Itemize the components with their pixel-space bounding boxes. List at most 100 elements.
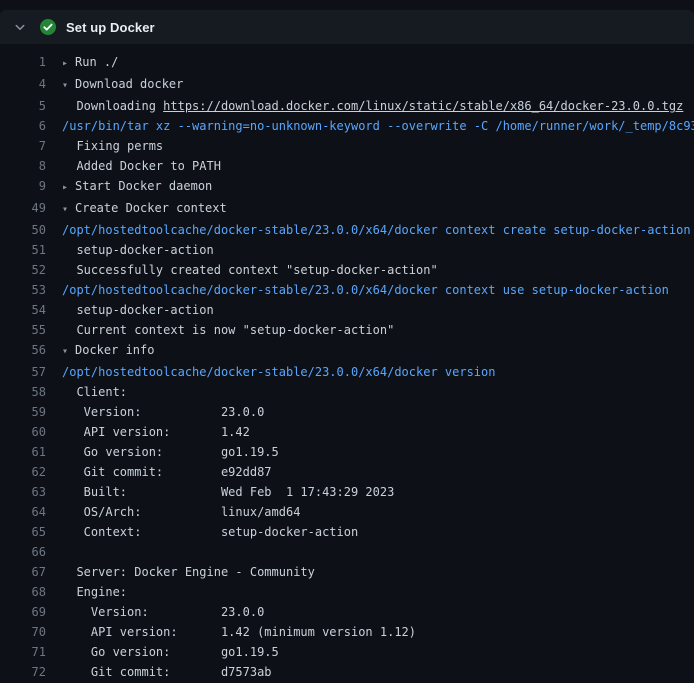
line-number[interactable]: 50	[0, 220, 62, 240]
log-lines: 1▸Run ./4▾Download docker5 Downloading h…	[0, 44, 694, 682]
log-line: 6/usr/bin/tar xz --warning=no-unknown-ke…	[0, 116, 694, 136]
log-text: setup-docker-action	[62, 303, 214, 317]
line-content: Go version: go1.19.5	[62, 642, 694, 662]
log-text: Git commit: e92dd87	[62, 465, 272, 479]
line-number[interactable]: 53	[0, 280, 62, 300]
log-link[interactable]: https://download.docker.com/linux/static…	[163, 99, 683, 113]
line-number[interactable]: 67	[0, 562, 62, 582]
line-number[interactable]: 1	[0, 52, 62, 74]
log-line: 9▸Start Docker daemon	[0, 176, 694, 198]
line-content: ▾Download docker	[62, 74, 694, 96]
log-line: 66	[0, 542, 694, 562]
step-header[interactable]: Set up Docker	[0, 10, 694, 44]
line-number[interactable]: 6	[0, 116, 62, 136]
line-content: ▸Start Docker daemon	[62, 176, 694, 198]
log-line: 52 Successfully created context "setup-d…	[0, 260, 694, 280]
command-text: /opt/hostedtoolcache/docker-stable/23.0.…	[62, 283, 669, 297]
line-number[interactable]: 4	[0, 74, 62, 96]
line-number[interactable]: 71	[0, 642, 62, 662]
log-text: Added Docker to PATH	[62, 159, 221, 173]
collapse-group-arrow-icon[interactable]: ▾	[62, 200, 75, 220]
log-text: Version: 23.0.0	[62, 605, 264, 619]
log-line: 55 Current context is now "setup-docker-…	[0, 320, 694, 340]
line-number[interactable]: 66	[0, 542, 62, 562]
log-line: 60 API version: 1.42	[0, 422, 694, 442]
line-number[interactable]: 62	[0, 462, 62, 482]
log-line: 69 Version: 23.0.0	[0, 602, 694, 622]
line-number[interactable]: 72	[0, 662, 62, 682]
command-text: /opt/hostedtoolcache/docker-stable/23.0.…	[62, 365, 495, 379]
log-line: 7 Fixing perms	[0, 136, 694, 156]
line-number[interactable]: 63	[0, 482, 62, 502]
line-content: Downloading https://download.docker.com/…	[62, 96, 694, 116]
line-number[interactable]: 8	[0, 156, 62, 176]
line-number[interactable]: 9	[0, 176, 62, 198]
line-content: Fixing perms	[62, 136, 694, 156]
chevron-down-icon[interactable]	[12, 21, 28, 33]
line-content: setup-docker-action	[62, 240, 694, 260]
line-content: /opt/hostedtoolcache/docker-stable/23.0.…	[62, 362, 694, 382]
log-text: Fixing perms	[62, 139, 163, 153]
line-content: Client:	[62, 382, 694, 402]
log-line: 50/opt/hostedtoolcache/docker-stable/23.…	[0, 220, 694, 240]
log-line: 61 Go version: go1.19.5	[0, 442, 694, 462]
line-content: /opt/hostedtoolcache/docker-stable/23.0.…	[62, 280, 694, 300]
line-number[interactable]: 51	[0, 240, 62, 260]
log-line: 8 Added Docker to PATH	[0, 156, 694, 176]
command-text: /usr/bin/tar xz --warning=no-unknown-key…	[62, 119, 694, 133]
line-number[interactable]: 57	[0, 362, 62, 382]
line-number[interactable]: 69	[0, 602, 62, 622]
line-content	[62, 542, 694, 562]
collapse-group-arrow-icon[interactable]: ▾	[62, 76, 75, 96]
workflow-log-panel: Set up Docker 1▸Run ./4▾Download docker5…	[0, 0, 694, 683]
success-check-icon	[40, 19, 56, 35]
line-number[interactable]: 65	[0, 522, 62, 542]
log-text: Go version: go1.19.5	[62, 445, 279, 459]
line-content: Current context is now "setup-docker-act…	[62, 320, 694, 340]
log-line: 64 OS/Arch: linux/amd64	[0, 502, 694, 522]
log-line: 59 Version: 23.0.0	[0, 402, 694, 422]
line-number[interactable]: 68	[0, 582, 62, 602]
line-number[interactable]: 5	[0, 96, 62, 116]
line-content: Built: Wed Feb 1 17:43:29 2023	[62, 482, 694, 502]
line-content: ▸Run ./	[62, 52, 694, 74]
log-line: 4▾Download docker	[0, 74, 694, 96]
line-number[interactable]: 52	[0, 260, 62, 280]
line-number[interactable]: 55	[0, 320, 62, 340]
line-number[interactable]: 60	[0, 422, 62, 442]
line-number[interactable]: 58	[0, 382, 62, 402]
log-text: Downloading	[62, 99, 163, 113]
log-line: 67 Server: Docker Engine - Community	[0, 562, 694, 582]
line-number[interactable]: 54	[0, 300, 62, 320]
line-number[interactable]: 70	[0, 622, 62, 642]
expand-group-arrow-icon[interactable]: ▸	[62, 178, 75, 198]
line-number[interactable]: 56	[0, 340, 62, 362]
line-content: API version: 1.42 (minimum version 1.12)	[62, 622, 694, 642]
line-content: /usr/bin/tar xz --warning=no-unknown-key…	[62, 116, 694, 136]
line-content: Version: 23.0.0	[62, 402, 694, 422]
log-line: 5 Downloading https://download.docker.co…	[0, 96, 694, 116]
line-number[interactable]: 49	[0, 198, 62, 220]
line-number[interactable]: 61	[0, 442, 62, 462]
line-number[interactable]: 7	[0, 136, 62, 156]
line-number[interactable]: 64	[0, 502, 62, 522]
log-text: Create Docker context	[75, 201, 227, 215]
log-text: Download docker	[75, 77, 183, 91]
expand-group-arrow-icon[interactable]: ▸	[62, 54, 75, 74]
log-text: Run ./	[75, 55, 118, 69]
line-content: Engine:	[62, 582, 694, 602]
collapse-group-arrow-icon[interactable]: ▾	[62, 342, 75, 362]
line-content: /opt/hostedtoolcache/docker-stable/23.0.…	[62, 220, 694, 240]
log-line: 68 Engine:	[0, 582, 694, 602]
command-text: /opt/hostedtoolcache/docker-stable/23.0.…	[62, 223, 691, 237]
log-line: 70 API version: 1.42 (minimum version 1.…	[0, 622, 694, 642]
step-title: Set up Docker	[66, 20, 155, 35]
line-number[interactable]: 59	[0, 402, 62, 422]
line-content: Version: 23.0.0	[62, 602, 694, 622]
line-content: Added Docker to PATH	[62, 156, 694, 176]
log-text: Current context is now "setup-docker-act…	[62, 323, 394, 337]
log-text: Version: 23.0.0	[62, 405, 264, 419]
line-content: Successfully created context "setup-dock…	[62, 260, 694, 280]
line-content: ▾Create Docker context	[62, 198, 694, 220]
log-line: 56▾Docker info	[0, 340, 694, 362]
